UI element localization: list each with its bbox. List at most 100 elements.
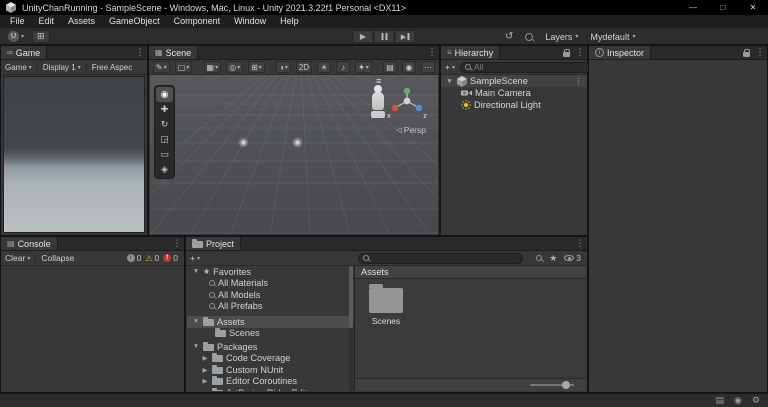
orientation-gizmo[interactable]: x z	[386, 87, 428, 125]
project-search[interactable]	[358, 252, 524, 264]
render-mode-dropdown[interactable]: ◑ ▾	[276, 61, 291, 73]
status-activity-icon[interactable]: ▤	[716, 395, 725, 406]
snap-settings-dropdown[interactable]: ◎ ▾	[226, 61, 244, 73]
rect-tool[interactable]: ▭	[156, 147, 173, 162]
menu-file[interactable]: File	[3, 15, 32, 28]
menu-help[interactable]: Help	[273, 15, 306, 28]
view-2d-toggle[interactable]: 2D	[295, 61, 313, 73]
tree-item-all-prefabs[interactable]: All Prefabs	[187, 301, 353, 313]
search-icon[interactable]	[525, 32, 534, 41]
expand-arrow-icon[interactable]: ▶	[201, 354, 209, 362]
expand-arrow-icon[interactable]: ▶	[201, 366, 209, 374]
lock-icon[interactable]	[739, 46, 753, 59]
search-in-icon[interactable]	[536, 255, 543, 261]
undo-history-icon[interactable]: ↺	[505, 31, 513, 42]
light-gizmo[interactable]	[238, 137, 249, 148]
menu-assets[interactable]: Assets	[61, 15, 102, 28]
tree-item-all-materials[interactable]: All Materials	[187, 278, 353, 290]
favorites-star-icon[interactable]: ★	[549, 253, 557, 264]
collapse-button[interactable]: Collapse	[41, 253, 74, 263]
hierarchy-search-input[interactable]	[473, 62, 585, 72]
account-button[interactable]: U ▾	[8, 30, 24, 42]
expand-arrow-icon[interactable]: ▼	[192, 343, 200, 350]
move-tool[interactable]: ✚	[156, 102, 173, 117]
info-count[interactable]: i 0	[126, 253, 141, 263]
scene-object-gizmo[interactable]	[371, 85, 385, 118]
hierarchy-menu-icon[interactable]: ⋮	[573, 46, 587, 59]
project-menu-icon[interactable]: ⋮	[573, 237, 587, 250]
status-settings-icon[interactable]: ⚙	[752, 395, 760, 406]
scene-more-button[interactable]: ⋯	[421, 61, 436, 73]
project-search-input[interactable]	[372, 253, 519, 263]
effects-dropdown[interactable]: ✦ ▾	[355, 61, 372, 73]
menu-window[interactable]: Window	[227, 15, 273, 28]
rotate-tool[interactable]: ↻	[156, 117, 173, 132]
scene-viewport[interactable]: ◉ ✚ ↻ ◲ ▭ ◈ ≡ x z ◁ Persp	[150, 75, 438, 234]
warning-count[interactable]: ⚠ 0	[145, 253, 159, 263]
create-asset-button[interactable]: + ▾	[190, 253, 200, 263]
hierarchy-item-main-camera[interactable]: Main Camera	[441, 87, 587, 99]
light-gizmo[interactable]	[292, 137, 303, 148]
scene-lighting-toggle[interactable]: ☀	[317, 61, 332, 73]
tree-item-scenes[interactable]: Scenes	[187, 328, 353, 340]
create-object-button[interactable]: + ▾	[445, 62, 455, 72]
gizmos-button[interactable]: ◉	[402, 61, 417, 73]
tree-item-packages[interactable]: ▼ Packages	[187, 341, 353, 353]
debug-mode-dropdown[interactable]: ▢ ▾	[174, 61, 193, 73]
slider-thumb[interactable]	[561, 381, 570, 389]
tab-inspector[interactable]: i Inspector	[589, 46, 652, 59]
play-button[interactable]: ▶	[352, 30, 374, 43]
pause-button[interactable]	[373, 30, 395, 43]
expand-arrow-icon[interactable]: ▼	[445, 78, 454, 85]
overlays-button[interactable]: ▤	[383, 61, 398, 73]
scrollbar-thumb[interactable]	[349, 266, 353, 328]
tab-game[interactable]: ∞ Game	[1, 46, 48, 59]
error-count[interactable]: ! 0	[163, 253, 178, 263]
menu-edit[interactable]: Edit	[32, 15, 62, 28]
game-menu-icon[interactable]: ⋮	[133, 46, 147, 59]
project-tree-scrollbar[interactable]	[349, 266, 353, 391]
grid-visibility-dropdown[interactable]: ▦ ▾	[203, 61, 222, 73]
tab-project[interactable]: Project	[186, 237, 242, 250]
hierarchy-search[interactable]	[459, 61, 590, 73]
hierarchy-item-directional-light[interactable]: Directional Light	[441, 99, 587, 111]
scene-audio-toggle[interactable]: ♪	[336, 61, 351, 73]
draw-mode-dropdown[interactable]: ✎ ▾	[153, 61, 170, 73]
tree-item-all-models[interactable]: All Models	[187, 289, 353, 301]
scene-menu-icon[interactable]: ⋮	[574, 76, 583, 87]
minimize-button[interactable]: —	[678, 0, 708, 15]
game-mode-dropdown[interactable]: Game ▾	[5, 63, 32, 72]
asset-tile-scenes[interactable]: Scenes	[363, 284, 409, 326]
tab-hierarchy[interactable]: ≡ Hierarchy	[441, 46, 501, 59]
expand-arrow-icon[interactable]: ▼	[192, 318, 200, 325]
tree-item-custom-nunit[interactable]: ▶ Custom NUnit	[187, 364, 353, 376]
lock-icon[interactable]	[559, 46, 573, 59]
maximize-button[interactable]: □	[708, 0, 738, 15]
perspective-toggle[interactable]: ◁ Persp	[396, 125, 426, 135]
layout-dropdown[interactable]: Mydefault ▾	[590, 32, 635, 42]
status-notification-icon[interactable]: ◉	[734, 395, 742, 406]
tree-item-editor-coroutines[interactable]: ▶ Editor Coroutines	[187, 376, 353, 388]
layers-dropdown[interactable]: Layers ▾	[545, 32, 578, 42]
expand-arrow-icon[interactable]: ▶	[201, 389, 209, 391]
tab-console[interactable]: ▤ Console	[1, 237, 58, 250]
aspect-dropdown[interactable]: Free Aspec	[92, 63, 132, 72]
inspector-menu-icon[interactable]: ⋮	[753, 46, 767, 59]
tree-item-favorites[interactable]: ▼ ★ Favorites	[187, 266, 353, 278]
tree-item-assets[interactable]: ▼ Assets	[187, 316, 353, 328]
thumbnail-size-slider[interactable]	[530, 381, 574, 389]
tree-item-code-coverage[interactable]: ▶ Code Coverage	[187, 353, 353, 365]
menu-gameobject[interactable]: GameObject	[102, 15, 167, 28]
package-visibility-toggle[interactable]: 3	[564, 253, 581, 263]
menu-component[interactable]: Component	[167, 15, 228, 28]
view-tool[interactable]: ◉	[156, 87, 173, 102]
transform-tool[interactable]: ◈	[156, 162, 173, 177]
hierarchy-item-samplescene[interactable]: ▼ SampleScene ⋮	[441, 75, 587, 87]
tab-scene[interactable]: ▦ Scene	[149, 46, 199, 59]
close-button[interactable]: ✕	[738, 0, 768, 15]
scene-menu-icon[interactable]: ⋮	[425, 46, 439, 59]
expand-arrow-icon[interactable]: ▼	[192, 268, 200, 275]
display-dropdown[interactable]: Display 1 ▾	[43, 63, 81, 72]
services-button[interactable]: ⊞	[32, 29, 50, 43]
step-button[interactable]: ▶	[394, 30, 416, 43]
